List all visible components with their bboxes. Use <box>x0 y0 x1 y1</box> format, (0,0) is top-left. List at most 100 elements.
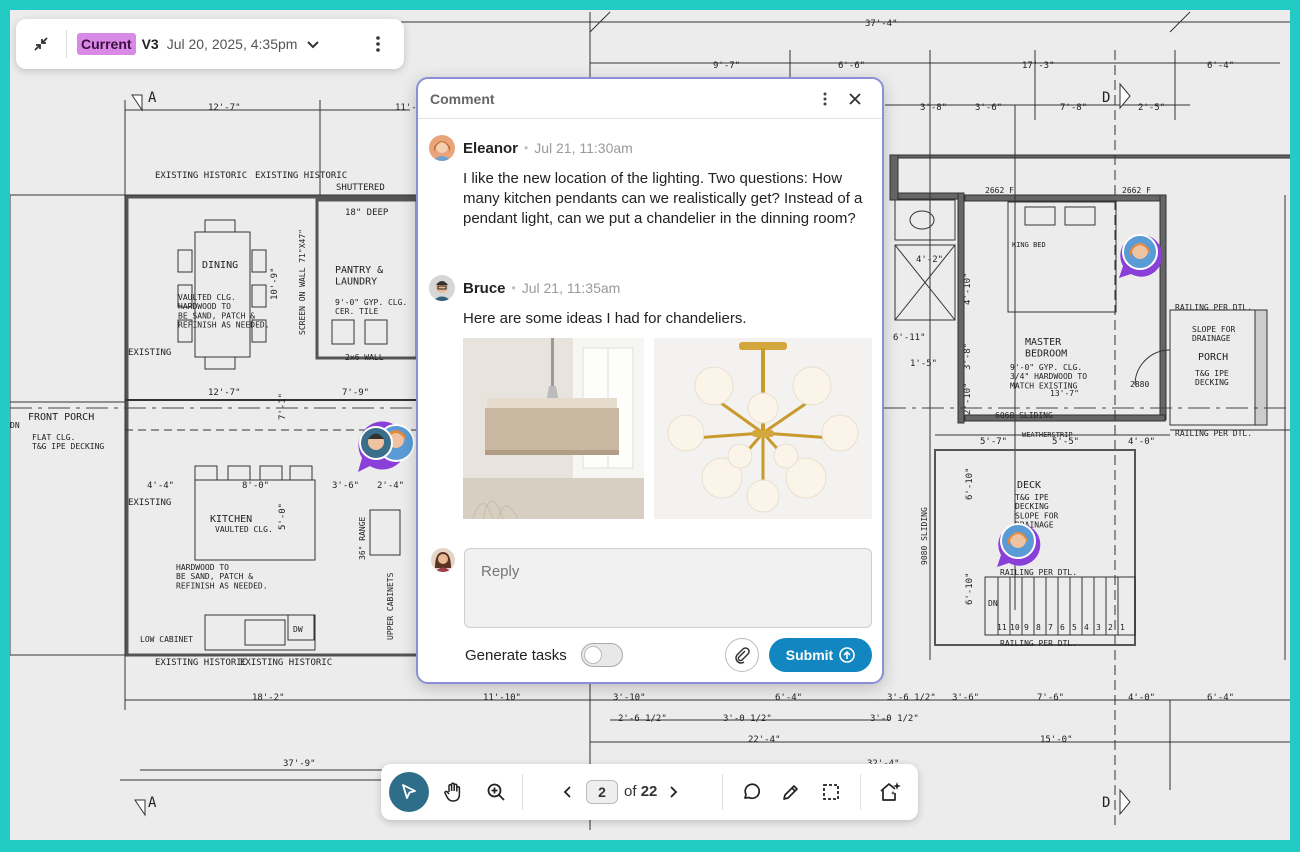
plan-dim: 3'-6" <box>975 103 1002 113</box>
plan-dim: 6'-10" <box>965 572 975 605</box>
plan-label: UPPER CABINETS <box>386 572 395 640</box>
plan-label: PORCH <box>1198 352 1228 363</box>
kebab-icon <box>376 36 380 52</box>
plan-label: RAILING PER DTL. <box>1175 303 1252 312</box>
separator-dot: • <box>524 141 529 155</box>
plan-label: 36" RANGE <box>358 516 367 560</box>
prev-page-button[interactable] <box>548 772 588 812</box>
plan-label: EXISTING <box>128 498 171 508</box>
plan-label: FRONT PORCH <box>28 412 94 423</box>
comment-menu-button[interactable] <box>810 84 840 114</box>
plan-label: DN <box>988 599 998 608</box>
separator-dot: • <box>511 281 516 295</box>
plan-dim: 3'-6" <box>332 481 359 491</box>
attach-button[interactable] <box>725 638 759 672</box>
plan-label: DN <box>10 421 20 430</box>
plan-dim: 6'-4" <box>1207 693 1234 703</box>
plan-dim: 6'-4" <box>775 693 802 703</box>
plan-label: KITCHEN <box>210 514 252 525</box>
comment-pin-group[interactable] <box>348 414 418 479</box>
draw-tool-button[interactable] <box>771 772 811 812</box>
plan-dim: 3'-8" <box>963 343 973 370</box>
plan-label: 6068 SLIDING <box>995 411 1053 420</box>
page-number-input[interactable]: 2 <box>586 780 618 804</box>
comment-pin-eleanor-2[interactable] <box>994 519 1044 574</box>
collapse-button[interactable] <box>16 19 66 69</box>
comment-time: Jul 21, 11:35am <box>521 280 621 296</box>
stair-number: 5 <box>1072 623 1077 632</box>
ai-house-icon <box>880 782 901 801</box>
plan-label: 9'-0" GYP. CLG. CER. TILE <box>335 298 407 316</box>
version-dropdown[interactable] <box>305 36 321 52</box>
plan-dim: 12'-7" <box>208 103 241 113</box>
comment-text: I like the new location of the lighting.… <box>463 170 863 227</box>
plan-dim: 3'-6" <box>952 693 979 703</box>
plan-dim: 11'-10" <box>483 693 521 703</box>
plan-dim: 7'-6" <box>1037 693 1064 703</box>
current-user-avatar <box>431 548 455 572</box>
avatar-pin-icon <box>1119 234 1163 278</box>
divider <box>66 30 67 58</box>
stair-number: 4 <box>1084 623 1089 632</box>
next-page-button[interactable] <box>653 772 693 812</box>
plan-label: FLAT CLG. T&G IPE DECKING <box>32 433 104 451</box>
stair-number: 10 <box>1010 623 1020 632</box>
chandelier-image-drum[interactable] <box>463 338 644 519</box>
submit-button[interactable]: Submit <box>769 638 872 672</box>
hand-icon <box>444 782 461 802</box>
comment-pin-eleanor[interactable] <box>1116 230 1166 285</box>
plan-label: SCREEN ON WALL 71"X47" <box>298 229 307 335</box>
plan-label: 9'-0" GYP. CLG. 3/4" HARDWOOD TO MATCH EXI… <box>1010 363 1087 390</box>
comment-tool-button[interactable] <box>731 772 771 812</box>
plan-dim: 3'-10" <box>613 693 646 703</box>
select-tool-button[interactable] <box>389 772 429 812</box>
plan-label: 2x6 WALL <box>345 353 384 362</box>
plan-dim: 5'-7" <box>980 437 1007 447</box>
kebab-icon <box>823 92 827 105</box>
chevron-left-icon <box>563 786 571 798</box>
plan-dim: 4'-4" <box>147 481 174 491</box>
plan-label: MASTER BEDROOM <box>1025 337 1067 360</box>
plan-dim: 7'-8" <box>1060 103 1087 113</box>
zoom-tool-button[interactable] <box>476 772 516 812</box>
plan-dim: 2'-10" <box>963 382 973 415</box>
version-label: V3 <box>141 36 159 52</box>
pencil-icon <box>783 785 798 800</box>
plan-label: DECK <box>1017 480 1041 491</box>
comment-time: Jul 21, 11:30am <box>534 140 633 156</box>
plan-label: 13'-7" <box>1050 389 1079 398</box>
reply-input[interactable] <box>464 548 872 628</box>
version-date: Jul 20, 2025, 4:35pm <box>166 36 298 52</box>
comment-author: Bruce <box>463 279 506 297</box>
bottom-toolbar: 2 of 22 <box>381 764 918 820</box>
close-button[interactable] <box>840 84 870 114</box>
comment-text: Here are some ideas I had for chandelier… <box>463 310 747 327</box>
plan-label: HARDWOOD TO BE SAND, PATCH & REFINISH AS N… <box>176 563 268 590</box>
plan-label: RAILING PER DTL. <box>1175 429 1252 438</box>
submit-label: Submit <box>785 647 834 663</box>
plan-label: D <box>1102 90 1110 106</box>
plan-dim: 4'-10" <box>963 272 973 305</box>
avatar-group-pin-icon <box>358 421 415 472</box>
comment-panel-title: Comment <box>430 90 495 107</box>
plan-dim: 7'-9" <box>342 388 369 398</box>
plan-dim: 22'-4" <box>748 735 781 745</box>
close-icon <box>849 92 861 105</box>
plan-dim: 18'-2" <box>252 693 285 703</box>
pan-tool-button[interactable] <box>433 772 473 812</box>
plan-dim: 6'-11" <box>893 333 926 343</box>
plan-label: DINING <box>202 260 238 271</box>
generate-tasks-toggle[interactable] <box>581 643 623 667</box>
select-region-icon <box>823 784 839 800</box>
zoom-in-icon <box>487 783 505 801</box>
version-menu-button[interactable] <box>368 34 388 54</box>
plan-label: EXISTING <box>128 348 171 358</box>
divider <box>722 774 723 810</box>
ai-assist-button[interactable] <box>870 772 910 812</box>
region-select-button[interactable] <box>811 772 851 812</box>
avatar <box>429 135 455 161</box>
chandelier-image-globe[interactable] <box>654 338 872 519</box>
plan-label: A <box>148 795 157 811</box>
plan-dim: 9'-7" <box>713 61 740 71</box>
plan-dim: 2'-5" <box>1138 103 1165 113</box>
